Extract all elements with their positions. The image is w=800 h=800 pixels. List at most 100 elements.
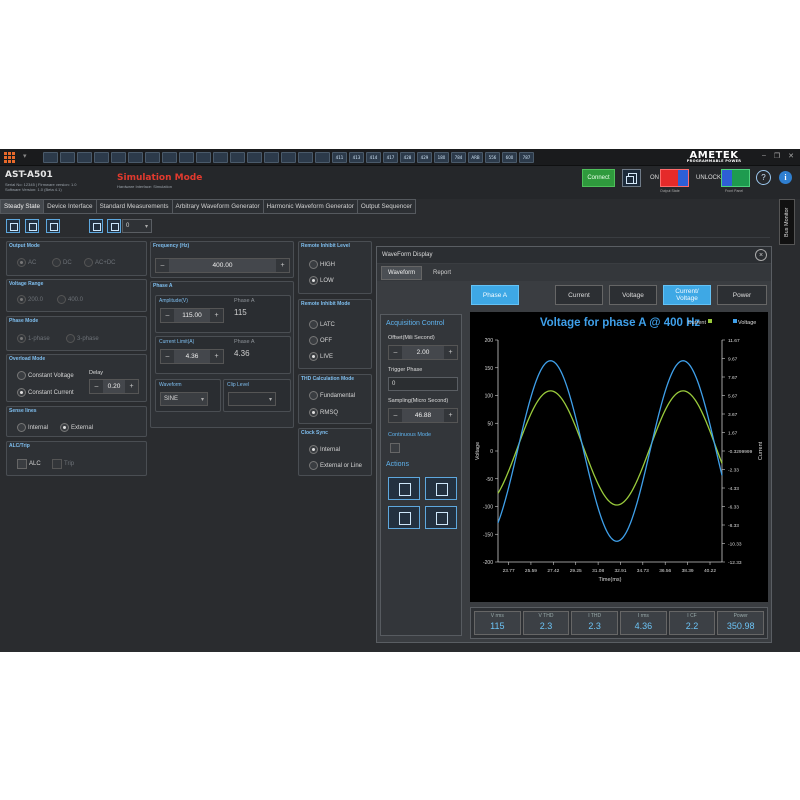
toolbar-icon-24[interactable]: 180 — [434, 152, 449, 163]
tab-device-interface[interactable]: Device Interface — [44, 199, 97, 214]
toolbar-icon-13[interactable] — [247, 152, 262, 163]
toolbar-icon-2[interactable] — [60, 152, 75, 163]
chevron-down-icon[interactable]: ▾ — [23, 152, 27, 160]
radio-200[interactable]: 200.0 — [17, 295, 43, 304]
app-menu-icon[interactable] — [4, 152, 17, 163]
toolbar-icon-17[interactable] — [315, 152, 330, 163]
frequency-stepper[interactable]: –400.00 + — [155, 258, 290, 273]
save-icon[interactable] — [25, 219, 39, 233]
toolbar-icon-4[interactable] — [94, 152, 109, 163]
radio-fundamental[interactable]: Fundamental — [309, 391, 355, 400]
offset-stepper[interactable]: –2.00 + — [388, 345, 458, 360]
radio-off[interactable]: OFF — [309, 336, 332, 345]
refresh-icon[interactable] — [46, 219, 60, 233]
output-toggle[interactable] — [660, 169, 689, 187]
toolbar-icon-1[interactable] — [43, 152, 58, 163]
delay-stepper[interactable]: –0.20 + — [89, 379, 139, 394]
power-button[interactable]: Power — [717, 285, 767, 305]
tab-arbitrary-waveform[interactable]: Arbitrary Waveform Generator — [172, 199, 264, 214]
bus-monitor-tab[interactable]: Bus Monitor — [779, 199, 795, 245]
radio-live[interactable]: LIVE — [309, 352, 333, 361]
close-icon[interactable]: ✕ — [788, 152, 794, 160]
toolbar-icon-3[interactable] — [77, 152, 92, 163]
toolbar-icon-28[interactable]: 600 — [502, 152, 517, 163]
radio-constant-current[interactable]: Constant Current — [17, 388, 74, 397]
load-setup-icon[interactable] — [107, 219, 121, 233]
close-icon[interactable]: × — [755, 249, 767, 261]
tab-harmonic-waveform[interactable]: Harmonic Waveform Generator — [263, 199, 358, 214]
toolbar-icon-11[interactable] — [213, 152, 228, 163]
radio-ac-dc[interactable]: AC+DC — [84, 258, 116, 267]
radio-high[interactable]: HIGH — [309, 260, 335, 269]
radio-constant-voltage[interactable]: Constant Voltage — [17, 371, 74, 380]
toolbar-icon-14[interactable] — [264, 152, 279, 163]
radio-low[interactable]: LOW — [309, 276, 334, 285]
radio-clock-internal[interactable]: Internal — [309, 445, 340, 454]
continuous-mode-label: Continuous Mode — [388, 432, 432, 438]
toolbar-icon-27[interactable]: 556 — [485, 152, 500, 163]
sampling-stepper[interactable]: –46.88 + — [388, 408, 458, 423]
radio-rmsq[interactable]: RMSQ — [309, 408, 338, 417]
current-voltage-button[interactable]: Current/ Voltage — [663, 285, 711, 305]
toolbar-icon-16[interactable] — [298, 152, 313, 163]
toolbar-icon-9[interactable] — [179, 152, 194, 163]
tab-standard-measurements[interactable]: Standard Measurements — [96, 199, 173, 214]
checkbox-alc[interactable]: ALC — [17, 459, 41, 469]
save-data-icon[interactable] — [425, 506, 457, 529]
stop-icon[interactable] — [425, 477, 457, 500]
tab-waveform[interactable]: Waveform — [381, 266, 423, 280]
radio-400[interactable]: 400.0 — [57, 295, 83, 304]
minimize-icon[interactable]: – — [762, 152, 766, 160]
tab-report[interactable]: Report — [427, 266, 457, 280]
toolbar-icon-12[interactable] — [230, 152, 245, 163]
waveform-select[interactable]: SINE — [160, 392, 208, 406]
radio-3-phase[interactable]: 3-phase — [66, 334, 99, 343]
save-setup-icon[interactable] — [89, 219, 103, 233]
clip-level-select[interactable] — [228, 392, 276, 406]
current-button[interactable]: Current — [555, 285, 603, 305]
restore-icon[interactable]: ❐ — [774, 152, 780, 160]
toolbar-icon-10[interactable] — [196, 152, 211, 163]
checkbox-trip[interactable]: Trip — [52, 459, 74, 469]
radio-dc[interactable]: DC — [52, 258, 72, 267]
toolbar-icon-26[interactable]: ARB — [468, 152, 483, 163]
waveform-label: Waveform — [159, 382, 182, 388]
amplitude-stepper[interactable]: –115.00 + — [160, 308, 224, 323]
window-icon[interactable] — [622, 169, 641, 187]
toolbar-icon-8[interactable] — [162, 152, 177, 163]
toolbar-icon-22[interactable]: 428 — [400, 152, 415, 163]
current-limit-stepper[interactable]: –4.36 + — [160, 349, 224, 364]
toolbar-icon-21[interactable]: 417 — [383, 152, 398, 163]
phase-a-button[interactable]: Phase A — [471, 285, 519, 305]
toolbar-icon-29[interactable]: 787 — [519, 152, 534, 163]
toolbar-icon-23[interactable]: 429 — [417, 152, 432, 163]
tab-steady-state[interactable]: Steady State — [0, 199, 45, 214]
toolbar-icon-25[interactable]: 784 — [451, 152, 466, 163]
chart-settings-icon[interactable] — [388, 477, 420, 500]
voltage-button[interactable]: Voltage — [609, 285, 657, 305]
toolbar-icon-6[interactable] — [128, 152, 143, 163]
trigger-phase-input[interactable]: 0 — [388, 377, 458, 391]
tab-output-sequencer[interactable]: Output Sequencer — [357, 199, 416, 214]
toolbar-icon-19[interactable]: 413 — [349, 152, 364, 163]
toolbar-icon-15[interactable] — [281, 152, 296, 163]
radio-clock-external[interactable]: External or Line — [309, 461, 362, 470]
toolbar-icon-5[interactable] — [111, 152, 126, 163]
toolbar-icon-18[interactable]: 411 — [332, 152, 347, 163]
radio-1-phase[interactable]: 1-phase — [17, 334, 50, 343]
toolbar-icon-7[interactable] — [145, 152, 160, 163]
toolbar-icon-20[interactable]: 414 — [366, 152, 381, 163]
save-image-icon[interactable] — [388, 506, 420, 529]
radio-sense-internal[interactable]: Internal — [17, 423, 48, 432]
continuous-mode-checkbox[interactable] — [390, 443, 400, 453]
front-panel-toggle[interactable] — [721, 169, 750, 187]
help-icon[interactable]: ? — [756, 170, 771, 185]
setup-select[interactable]: 0 — [122, 219, 152, 233]
radio-latc[interactable]: LATC — [309, 320, 335, 329]
y-axis-label: Voltage — [475, 442, 481, 460]
radio-ac[interactable]: AC — [17, 258, 36, 267]
radio-sense-external[interactable]: External — [60, 423, 93, 432]
info-icon[interactable]: i — [779, 171, 792, 184]
connect-button[interactable]: Connect — [582, 169, 615, 187]
layout-icon[interactable] — [6, 219, 20, 233]
